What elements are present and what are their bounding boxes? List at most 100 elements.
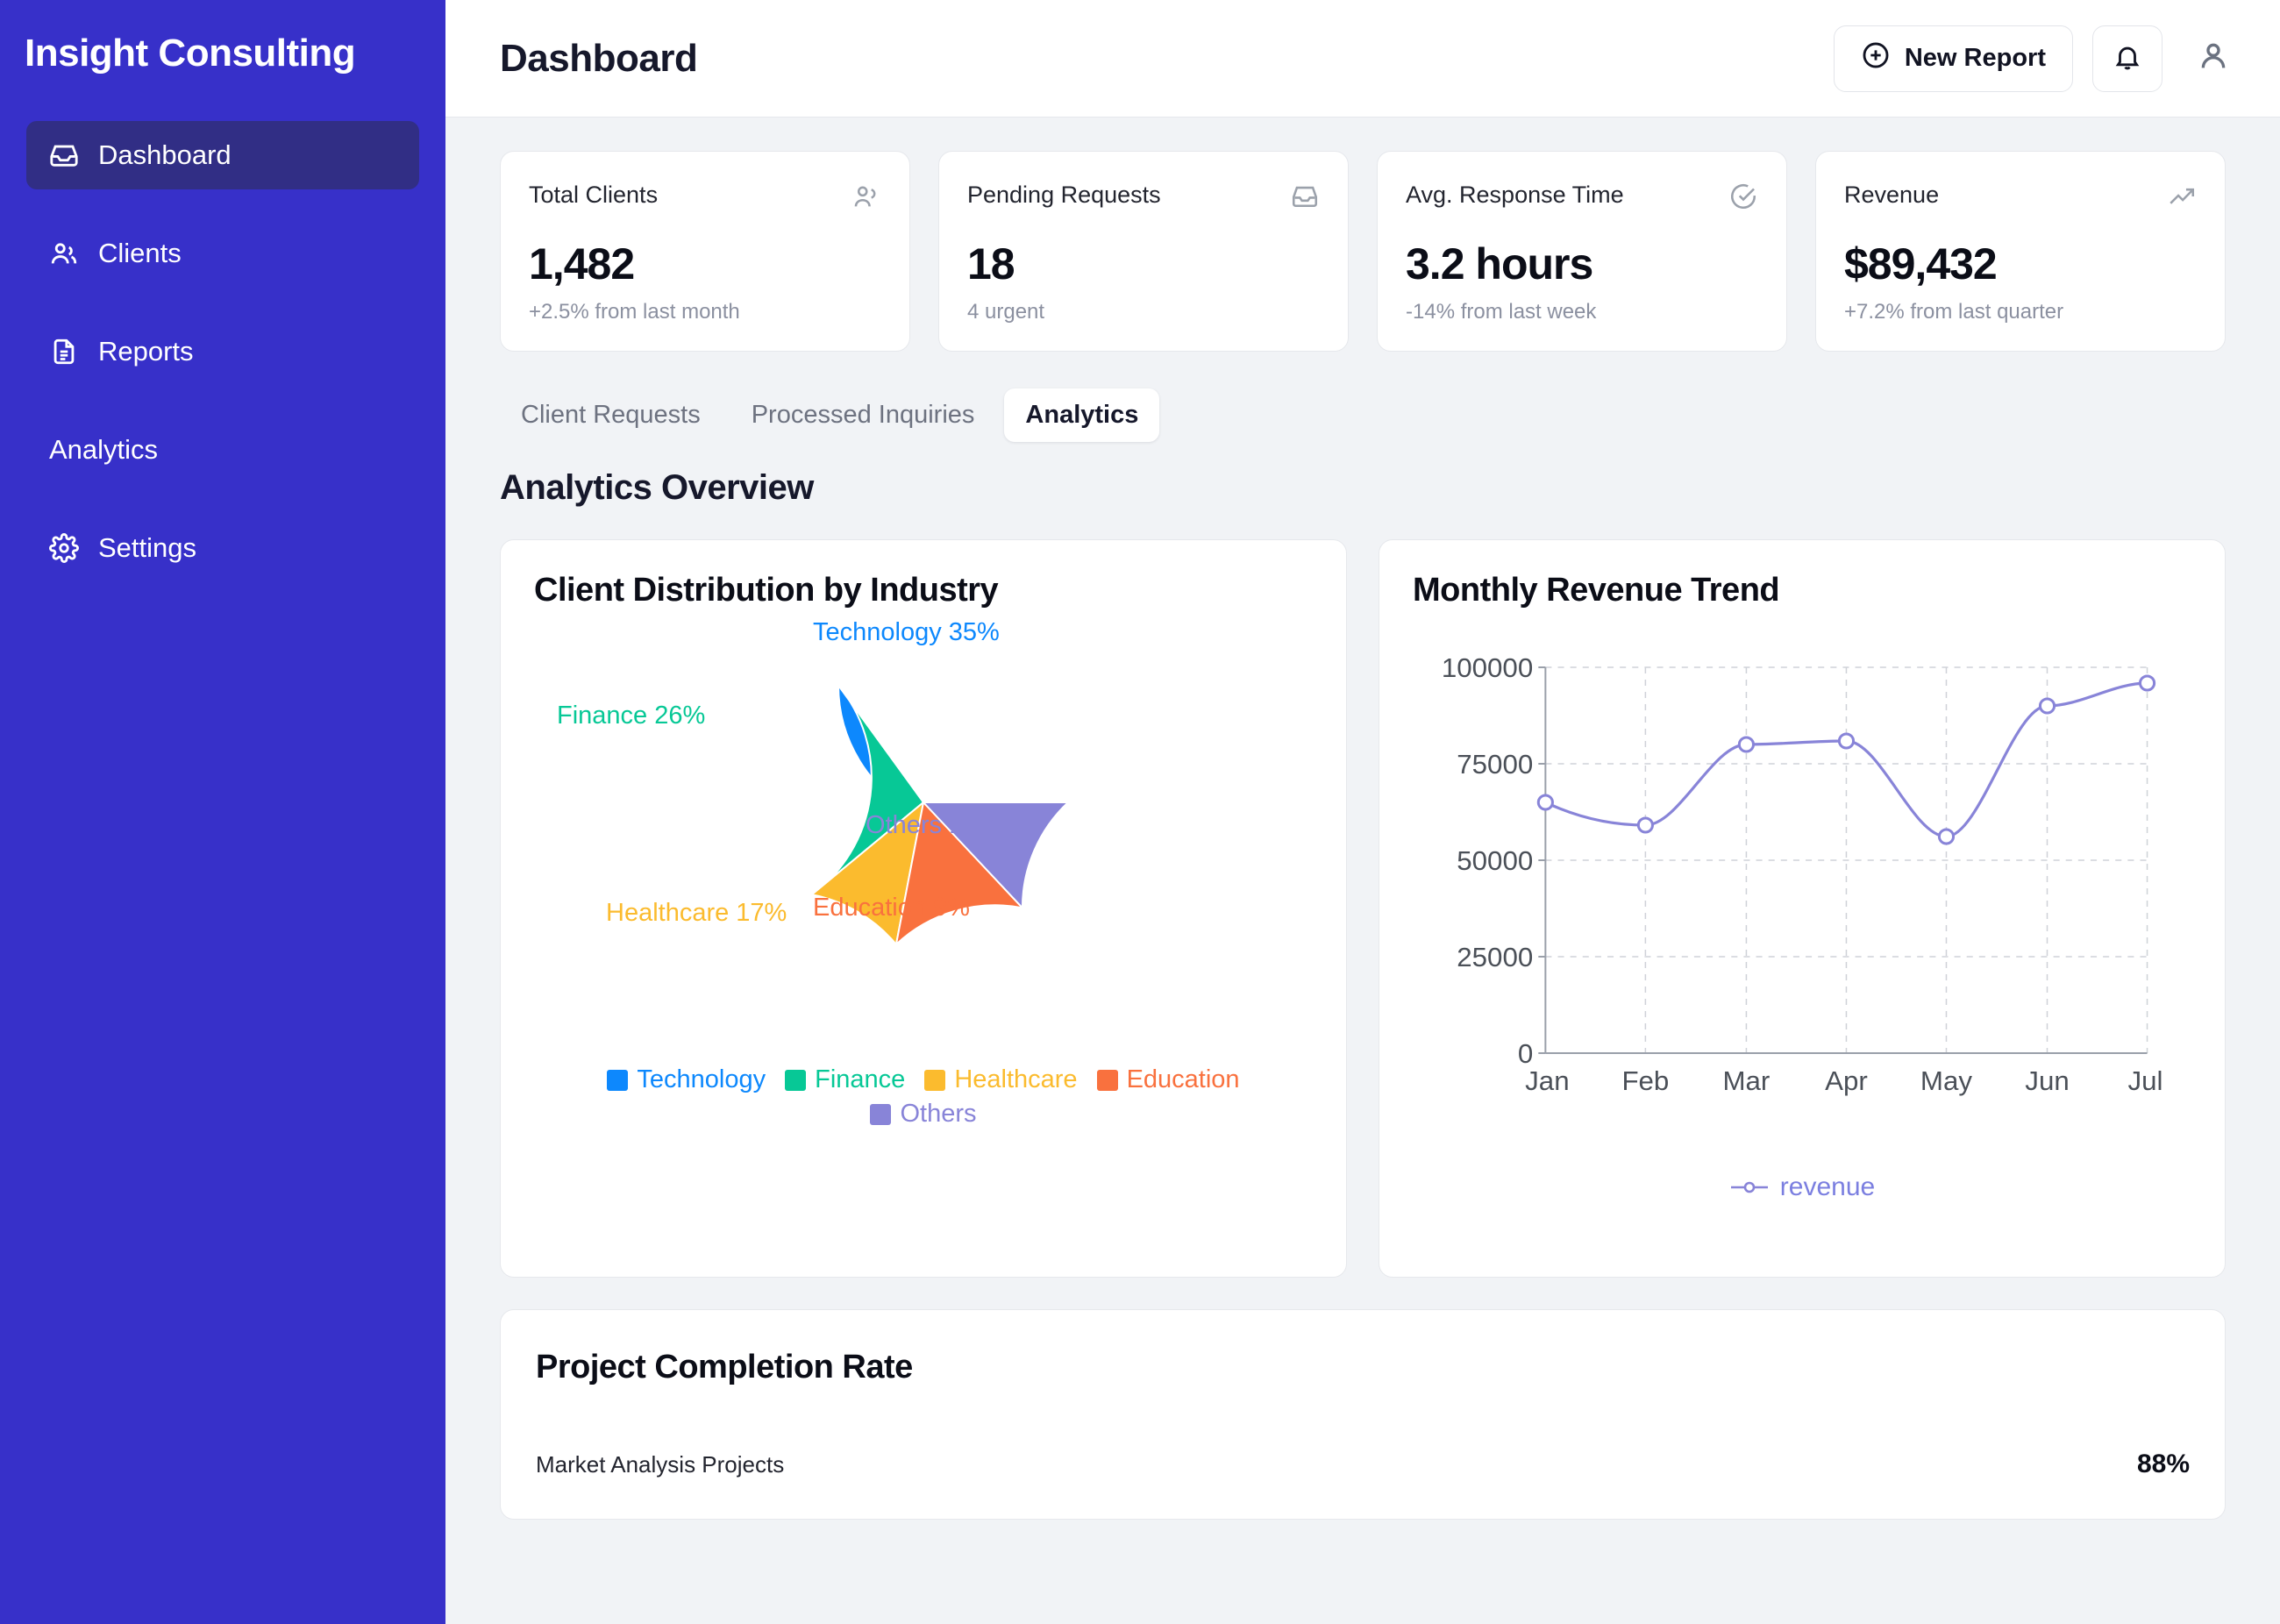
sidebar-item-label: Analytics bbox=[49, 434, 159, 465]
y-tick-label: 25000 bbox=[1457, 942, 1533, 972]
pie-label-others: Others 13% bbox=[866, 811, 1001, 839]
inbox-icon bbox=[1290, 182, 1320, 216]
stat-value: 1,482 bbox=[529, 239, 635, 288]
legend-item-healthcare[interactable]: Healthcare bbox=[924, 1065, 1078, 1094]
inbox-icon bbox=[49, 140, 79, 170]
data-point-may bbox=[1937, 828, 1956, 845]
plus-circle-icon bbox=[1861, 40, 1891, 77]
avatar[interactable] bbox=[2182, 25, 2245, 92]
y-tick-label: 50000 bbox=[1457, 845, 1533, 876]
stat-card-avg-response-time: Avg. Response Time 3.2 hours -14% from l… bbox=[1377, 151, 1787, 352]
line-chart: 100000 75000 50000 25000 0 Jan Feb Mar A… bbox=[1413, 632, 2191, 1211]
users-icon bbox=[851, 182, 881, 216]
sidebar-item-label: Dashboard bbox=[98, 139, 232, 170]
sidebar-item-reports[interactable]: Reports bbox=[26, 317, 419, 386]
legend-item-education[interactable]: Education bbox=[1096, 1065, 1240, 1094]
top-bar-actions: New Report bbox=[1833, 25, 2245, 92]
legend-item-others[interactable]: Others bbox=[569, 1100, 1278, 1129]
card-project-completion-rate: Project Completion Rate Market Analysis … bbox=[500, 1309, 2226, 1520]
y-tick-label: 0 bbox=[1518, 1038, 1533, 1069]
legend-label: Healthcare bbox=[954, 1065, 1078, 1093]
sidebar-item-label: Settings bbox=[98, 532, 197, 563]
data-point-jan bbox=[1536, 794, 1554, 811]
tab-processed-inquiries[interactable]: Processed Inquiries bbox=[730, 388, 996, 442]
stat-subtext: 4 urgent bbox=[967, 300, 1045, 324]
legend-line-marker-icon bbox=[1730, 1181, 1768, 1193]
stat-cards: Total Clients 1,482 +2.5% from last mont… bbox=[500, 151, 2226, 352]
stat-subtext: -14% from last week bbox=[1406, 300, 1597, 324]
content-area: Total Clients 1,482 +2.5% from last mont… bbox=[445, 118, 2280, 1624]
x-tick-label-feb: Feb bbox=[1621, 1065, 1669, 1096]
legend-item-finance[interactable]: Finance bbox=[785, 1065, 905, 1094]
sidebar-item-label: Reports bbox=[98, 336, 194, 367]
new-report-button[interactable]: New Report bbox=[1833, 25, 2073, 92]
trending-up-icon bbox=[2167, 182, 2197, 216]
line-legend[interactable]: revenue bbox=[1413, 1172, 2191, 1202]
legend-label: Finance bbox=[815, 1065, 906, 1093]
legend-item-technology[interactable]: Technology bbox=[607, 1065, 766, 1094]
legend-label: Others bbox=[900, 1100, 977, 1128]
stat-card-revenue: Revenue $89,432 +7.2% from last quarter bbox=[1815, 151, 2226, 352]
pie-label-finance: Finance 26% bbox=[557, 702, 706, 730]
legend-swatch bbox=[785, 1069, 807, 1091]
stat-value: 18 bbox=[967, 239, 1015, 288]
section-title: Analytics Overview bbox=[500, 468, 814, 507]
line-chart-svg: 100000 75000 50000 25000 0 Jan Feb Mar A… bbox=[1442, 652, 2163, 1096]
main-area: Dashboard New Report Total Clients 1,482… bbox=[445, 0, 2280, 1624]
x-tick-label-jan: Jan bbox=[1525, 1065, 1569, 1096]
user-icon bbox=[2196, 39, 2231, 78]
sidebar-item-settings[interactable]: Settings bbox=[26, 514, 419, 582]
progress-row: Market Analysis Projects 88% bbox=[536, 1449, 2190, 1479]
app-root: Insight Consulting Dashboard Clients Rep… bbox=[0, 0, 2280, 1624]
legend-label: Technology bbox=[637, 1065, 766, 1093]
data-point-feb bbox=[1636, 816, 1654, 834]
chart-title: Client Distribution by Industry bbox=[534, 572, 999, 609]
sidebar-nav: Dashboard Clients Reports Analytics Sett… bbox=[0, 121, 445, 582]
stat-label: Avg. Response Time bbox=[1406, 182, 1624, 208]
legend-swatch bbox=[1096, 1069, 1118, 1091]
y-tick-label: 75000 bbox=[1457, 749, 1533, 780]
new-report-label: New Report bbox=[1904, 44, 2046, 72]
sidebar-item-label: Clients bbox=[98, 238, 182, 268]
pie-label-technology: Technology 35% bbox=[813, 618, 1000, 646]
brand-title: Insight Consulting bbox=[25, 32, 356, 75]
chart-card-monthly-revenue: Monthly Revenue Trend 100000 75000 50000… bbox=[1379, 539, 2226, 1278]
pie-label-healthcare: Healthcare 17% bbox=[606, 899, 787, 927]
chart-card-client-distribution: Client Distribution by Industry Technolo… bbox=[500, 539, 1347, 1278]
data-point-apr bbox=[1837, 732, 1856, 750]
gear-icon bbox=[49, 533, 79, 563]
progress-percent: 88% bbox=[2136, 1449, 2190, 1478]
stat-subtext: +2.5% from last month bbox=[529, 300, 740, 324]
chart-title: Monthly Revenue Trend bbox=[1413, 572, 1780, 609]
legend-swatch bbox=[924, 1069, 946, 1091]
page-title: Dashboard bbox=[500, 36, 698, 80]
bottom-card-title: Project Completion Rate bbox=[536, 1349, 913, 1385]
pie-legend: Technology Finance Healthcare Education … bbox=[534, 1065, 1313, 1129]
tab-bar: Client Requests Processed Inquiries Anal… bbox=[500, 388, 2226, 442]
users-icon bbox=[49, 239, 79, 268]
top-bar: Dashboard New Report bbox=[445, 0, 2280, 118]
tab-analytics[interactable]: Analytics bbox=[1004, 388, 1160, 442]
sidebar-item-dashboard[interactable]: Dashboard bbox=[26, 121, 419, 189]
sidebar: Insight Consulting Dashboard Clients Rep… bbox=[0, 0, 445, 1624]
stat-label: Total Clients bbox=[529, 182, 659, 208]
progress-label: Market Analysis Projects bbox=[536, 1451, 785, 1478]
pie-chart: Technology 35% Finance 26% Healthcare 17… bbox=[534, 618, 1313, 1144]
legend-label: revenue bbox=[1779, 1172, 1876, 1201]
stat-card-pending-requests: Pending Requests 18 4 urgent bbox=[938, 151, 1349, 352]
data-point-jun bbox=[2038, 697, 2056, 715]
sidebar-item-clients[interactable]: Clients bbox=[26, 219, 419, 288]
bell-icon bbox=[2113, 42, 2142, 75]
notifications-button[interactable] bbox=[2092, 25, 2162, 92]
data-point-jul bbox=[2138, 674, 2156, 692]
x-tick-label-jun: Jun bbox=[2025, 1065, 2069, 1096]
data-point-mar bbox=[1737, 736, 1756, 753]
stat-subtext: +7.2% from last quarter bbox=[1844, 300, 2064, 324]
stat-value: 3.2 hours bbox=[1406, 239, 1593, 288]
sidebar-item-analytics[interactable]: Analytics bbox=[26, 416, 419, 484]
stat-label: Pending Requests bbox=[967, 182, 1161, 208]
x-tick-label-apr: Apr bbox=[1825, 1065, 1868, 1096]
legend-swatch bbox=[607, 1069, 629, 1091]
stat-card-total-clients: Total Clients 1,482 +2.5% from last mont… bbox=[500, 151, 910, 352]
tab-client-requests[interactable]: Client Requests bbox=[500, 388, 722, 442]
